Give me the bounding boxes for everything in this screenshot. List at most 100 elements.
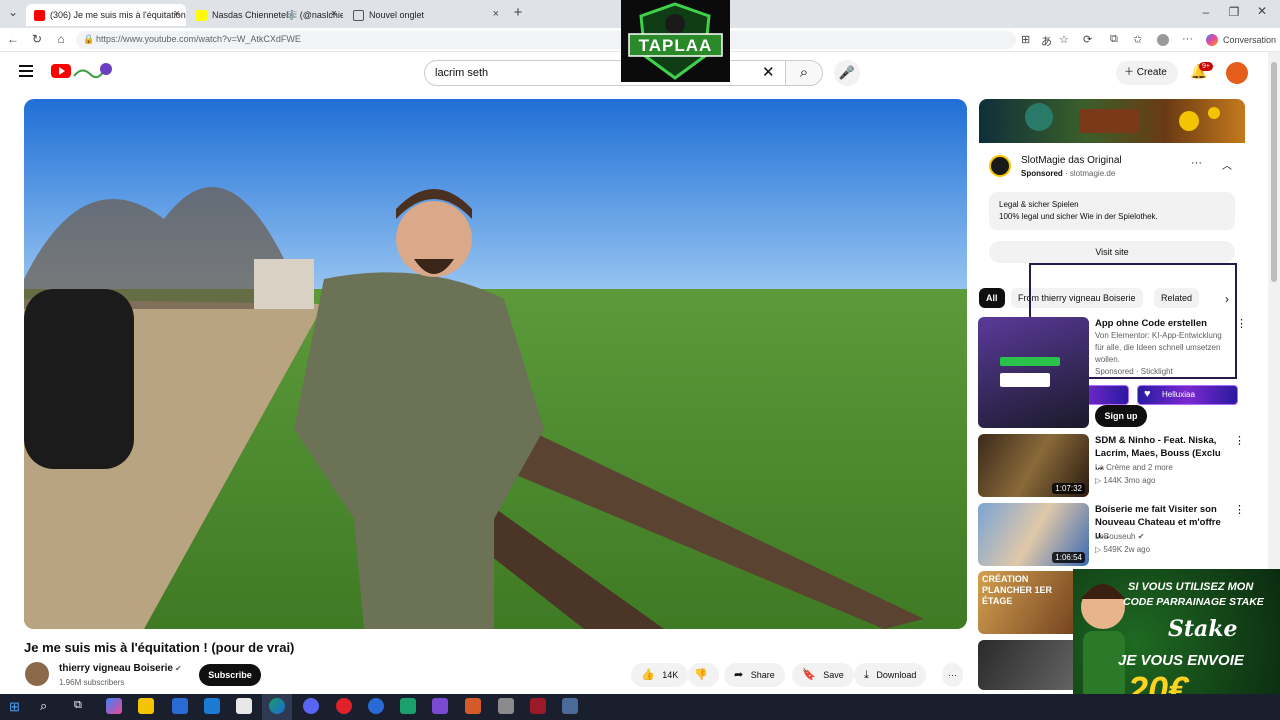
visit-site-button[interactable]: Visit site bbox=[989, 241, 1235, 263]
thumb-text: CRÉATION PLANCHER 1ER ÉTAGE bbox=[982, 574, 1053, 606]
maximize-icon[interactable]: ❐ bbox=[1226, 5, 1242, 19]
channel-name[interactable]: thierry vigneau Boiserie bbox=[59, 663, 173, 674]
favorites-icon[interactable]: ✩ bbox=[1133, 33, 1142, 46]
list-item[interactable]: App ohne Code erstellen Von Elementor: K… bbox=[978, 317, 1268, 429]
winrar-icon[interactable] bbox=[465, 698, 481, 714]
discord-icon[interactable] bbox=[303, 698, 319, 714]
save-button[interactable]: 🔖 Save bbox=[792, 663, 854, 687]
channel-avatar[interactable] bbox=[25, 662, 49, 686]
task-view-icon[interactable]: ⧉ bbox=[74, 699, 82, 712]
minimize-icon[interactable]: – bbox=[1198, 5, 1214, 19]
list-item[interactable]: 1:07:32 SDM & Ninho - Feat. Niska, Lacri… bbox=[978, 434, 1268, 497]
app-icon[interactable] bbox=[400, 698, 416, 714]
tab-youtube[interactable]: (306) Je me suis mis à l'équitation × bbox=[26, 4, 186, 26]
download-button[interactable]: ⤓ Download bbox=[854, 663, 927, 687]
address-bar[interactable]: 🔒 https://www.youtube.com/watch?v=W_AtkC… bbox=[76, 31, 1016, 49]
app-grid-icon[interactable]: ⊞ bbox=[1021, 33, 1030, 46]
thumbs-up-icon: 👍 bbox=[641, 669, 655, 681]
video-thumbnail[interactable] bbox=[978, 317, 1089, 428]
chip-all[interactable]: All bbox=[979, 288, 1005, 308]
snapchat-favicon-icon bbox=[196, 9, 207, 21]
rec-channel[interactable]: LeBouseuh ✔ bbox=[1095, 532, 1144, 541]
url-text: https://www.youtube.com/watch?v=W_AtkCXd… bbox=[96, 34, 301, 44]
adobe-icon[interactable] bbox=[530, 698, 546, 714]
tab-new-tab[interactable]: Nouvel onglet × bbox=[345, 4, 505, 26]
clear-search-icon[interactable]: ✕ bbox=[762, 63, 775, 81]
youtube-favicon-icon bbox=[34, 9, 45, 21]
favorite-star-icon[interactable]: ☆ bbox=[1059, 33, 1069, 46]
ad-box-title: Legal & sicher Spielen bbox=[999, 200, 1079, 209]
list-item[interactable]: 1:06:54 Boiserie me fait Visiter son Nou… bbox=[978, 503, 1268, 566]
file-explorer-icon[interactable] bbox=[138, 698, 154, 714]
window-close-icon[interactable]: ✕ bbox=[1254, 4, 1270, 18]
copilot-icon[interactable] bbox=[1206, 34, 1218, 46]
youtube-logo-icon[interactable] bbox=[51, 64, 71, 78]
dislike-button[interactable]: 👎 bbox=[688, 663, 719, 687]
more-dots-icon[interactable]: ··· bbox=[1182, 33, 1193, 45]
close-icon[interactable]: × bbox=[331, 8, 337, 20]
rec-channel[interactable]: La Crème and 2 more bbox=[1095, 463, 1173, 472]
close-icon[interactable]: × bbox=[493, 8, 499, 20]
ad-banner-image[interactable] bbox=[979, 99, 1245, 143]
windows-taskbar: ⊞ ⌕ ⧉ bbox=[0, 694, 1280, 720]
app-icon[interactable] bbox=[432, 698, 448, 714]
copilot-app-icon[interactable] bbox=[106, 698, 122, 714]
search-icon[interactable]: ⌕ bbox=[40, 698, 47, 714]
ad-name[interactable]: SlotMagie das Original bbox=[1021, 155, 1122, 166]
search-input[interactable]: lacrim seth bbox=[424, 60, 786, 86]
ad-more-dots-icon[interactable]: ··· bbox=[1191, 157, 1202, 169]
translate-icon[interactable]: あ bbox=[1041, 33, 1052, 49]
app-icon[interactable] bbox=[498, 698, 514, 714]
share-button[interactable]: ➦ Share bbox=[724, 663, 785, 687]
thumbs-down-icon: 👎 bbox=[694, 669, 708, 681]
duration-badge: 1:06:54 bbox=[1052, 552, 1085, 563]
ad-card: SlotMagie das Original Sponsored · slotm… bbox=[979, 143, 1245, 271]
back-arrow-icon[interactable]: ← bbox=[5, 32, 21, 46]
notepad-icon[interactable] bbox=[236, 698, 252, 714]
tab-list-chevron-icon[interactable]: ⌄ bbox=[5, 5, 21, 19]
camera-icon[interactable] bbox=[562, 698, 578, 714]
ad-domain: · slotmagie.de bbox=[1065, 169, 1116, 178]
doodle-logo-icon[interactable] bbox=[72, 62, 112, 80]
taplaa-text: TAPLAA bbox=[638, 36, 713, 55]
tab-snapchat[interactable]: Nasdas Chiennete🎼 (@naslchien × bbox=[188, 4, 343, 26]
close-icon[interactable]: × bbox=[174, 8, 180, 20]
subscribe-button[interactable]: Subscribe bbox=[199, 664, 261, 686]
video-thumbnail[interactable]: 1:07:32 bbox=[978, 434, 1089, 497]
create-label: Create bbox=[1136, 67, 1167, 78]
rec-title[interactable]: App ohne Code erstellen bbox=[1095, 317, 1225, 330]
conversation-label[interactable]: Conversation bbox=[1223, 35, 1276, 45]
extension-icon[interactable]: ⟳ bbox=[1083, 33, 1092, 46]
more-dots-icon[interactable]: ⋮ bbox=[1236, 317, 1247, 330]
more-dots-icon[interactable]: ⋮ bbox=[1234, 503, 1245, 516]
edge-browser-icon[interactable] bbox=[269, 698, 285, 714]
sign-up-button[interactable]: Sign up bbox=[1095, 405, 1147, 427]
app-icon[interactable] bbox=[368, 698, 384, 714]
scrollbar-thumb[interactable] bbox=[1271, 62, 1277, 282]
video-player[interactable] bbox=[24, 99, 967, 629]
video-thumbnail[interactable]: 1:06:54 bbox=[978, 503, 1089, 566]
collapse-chevron-icon[interactable]: ︿ bbox=[1222, 157, 1232, 172]
hamburger-menu-icon[interactable] bbox=[19, 65, 33, 77]
reload-icon[interactable]: ↻ bbox=[29, 32, 45, 46]
profile-icon[interactable] bbox=[1157, 34, 1169, 46]
create-button[interactable]: ＋ Create bbox=[1116, 61, 1178, 85]
new-tab-plus-icon[interactable]: + bbox=[510, 4, 526, 21]
opera-icon[interactable] bbox=[336, 698, 352, 714]
store-icon[interactable] bbox=[172, 698, 188, 714]
mail-icon[interactable] bbox=[204, 698, 220, 714]
more-actions-button[interactable]: ··· bbox=[942, 663, 963, 687]
split-screen-icon[interactable]: ⧉ bbox=[1110, 33, 1118, 46]
account-avatar[interactable] bbox=[1226, 62, 1248, 84]
bookmark-icon: 🔖 bbox=[802, 669, 816, 681]
like-button[interactable]: 👍 14K bbox=[631, 663, 689, 687]
share-arrow-icon: ➦ bbox=[734, 669, 744, 681]
more-dots-icon[interactable]: ⋮ bbox=[1234, 434, 1245, 447]
verified-check-icon: ✔ bbox=[175, 664, 182, 673]
subscriber-count: 1.96M subscribers bbox=[59, 678, 125, 687]
ad-description-box: Legal & sicher Spielen 100% legal und si… bbox=[989, 192, 1235, 230]
home-icon[interactable]: ⌂ bbox=[53, 32, 69, 46]
search-button[interactable]: ⌕ bbox=[785, 60, 823, 86]
windows-start-icon[interactable]: ⊞ bbox=[9, 699, 20, 715]
voice-search-mic-icon[interactable]: 🎤 bbox=[834, 60, 860, 86]
